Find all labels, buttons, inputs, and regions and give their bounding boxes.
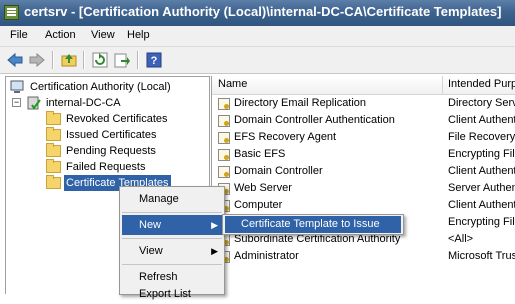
menu-help[interactable]: Help	[127, 29, 150, 41]
row-purpose: Client Authent	[448, 199, 515, 211]
main-content: Certification Authority (Local) − intern…	[0, 74, 515, 294]
collapse-icon[interactable]: −	[12, 98, 21, 107]
submenu-arrow-icon: ▶	[211, 220, 218, 230]
context-item-manage[interactable]: Manage	[122, 189, 222, 209]
context-item-new[interactable]: New ▶	[122, 215, 222, 235]
column-header-name[interactable]: Name	[218, 78, 247, 90]
row-purpose: Server Authen	[448, 182, 515, 194]
export-icon[interactable]	[113, 51, 131, 69]
menu-bar: File Action View Help	[0, 26, 515, 47]
row-name: Computer	[234, 199, 283, 211]
table-row[interactable]: Domain Controller Authentication Client A…	[212, 112, 515, 129]
row-purpose: <All>	[448, 233, 474, 245]
certificate-template-icon	[218, 115, 230, 127]
certificate-template-icon	[218, 132, 230, 144]
tree-folder-label: Pending Requests	[66, 145, 156, 157]
table-row[interactable]: EFS Recovery Agent File Recovery	[212, 129, 515, 146]
svg-text:?: ?	[151, 55, 158, 67]
computer-icon	[10, 80, 24, 93]
refresh-icon[interactable]	[91, 51, 109, 69]
row-purpose: Client Authent	[448, 165, 515, 177]
row-name: Web Server	[234, 182, 292, 194]
list-header: Name Intended Purp	[212, 76, 515, 95]
column-header-purpose[interactable]: Intended Purp	[448, 78, 515, 90]
certificate-template-icon	[218, 166, 230, 178]
folder-icon	[46, 111, 61, 125]
row-purpose: Encrypting File	[448, 148, 515, 160]
window-title: certsrv - [Certification Authority (Loca…	[24, 4, 502, 19]
row-purpose: Microsoft Trus	[448, 250, 515, 262]
row-purpose: Client Authent	[448, 114, 515, 126]
context-item-label: View	[139, 245, 163, 257]
tree-folder-label: Issued Certificates	[66, 129, 157, 141]
certsrv-app-icon	[4, 5, 19, 20]
row-name: Directory Email Replication	[234, 97, 367, 109]
template-list: Name Intended Purp Directory Email Repli…	[211, 76, 515, 293]
toolbar: ?	[0, 47, 515, 74]
folder-icon	[46, 143, 61, 157]
tree-root-label: Certification Authority (Local)	[30, 81, 171, 93]
tree-folder-label: Failed Requests	[66, 161, 146, 173]
row-purpose: Encrypting File	[448, 216, 515, 228]
row-name: Domain Controller	[234, 165, 323, 177]
folder-icon	[46, 175, 61, 189]
forward-icon[interactable]	[28, 51, 46, 69]
context-item-export-list[interactable]: Export List	[122, 284, 222, 304]
context-item-label: Manage	[139, 193, 179, 205]
row-name: Administrator	[234, 250, 299, 262]
menu-view[interactable]: View	[91, 29, 115, 41]
new-submenu: Certificate Template to Issue	[222, 214, 404, 235]
up-folder-icon[interactable]	[60, 51, 78, 69]
table-row[interactable]: Directory Email Replication Directory Ser…	[212, 95, 515, 112]
certificate-template-icon	[218, 98, 230, 110]
row-name: Basic EFS	[234, 148, 286, 160]
row-name: EFS Recovery Agent	[234, 131, 337, 143]
context-item-label: Export List	[139, 288, 191, 300]
table-row[interactable]: Basic EFS Encrypting File	[212, 146, 515, 163]
table-row[interactable]: Administrator Microsoft Trus	[212, 248, 515, 265]
tree-ca-label: internal-DC-CA	[46, 97, 121, 109]
folder-icon	[46, 159, 61, 173]
submenu-item-label: Certificate Template to Issue	[241, 218, 380, 230]
back-icon[interactable]	[6, 51, 24, 69]
menu-file[interactable]: File	[10, 29, 28, 41]
help-icon[interactable]: ?	[145, 51, 163, 69]
folder-icon	[46, 127, 61, 141]
submenu-item-template-to-issue[interactable]: Certificate Template to Issue	[225, 216, 401, 233]
table-row[interactable]: Web Server Server Authen	[212, 180, 515, 197]
title-bar: certsrv - [Certification Authority (Loca…	[0, 0, 515, 26]
row-name: Domain Controller Authentication	[234, 114, 395, 126]
context-menu: Manage New ▶ View ▶ Refresh Export List	[119, 186, 225, 300]
row-purpose: Directory Serv	[448, 97, 515, 109]
table-row[interactable]: Computer Client Authent	[212, 197, 515, 214]
context-item-label: New	[139, 219, 162, 231]
ca-server-icon	[27, 96, 41, 110]
submenu-arrow-icon: ▶	[211, 246, 218, 256]
tree-folder-label: Revoked Certificates	[66, 113, 168, 125]
table-row[interactable]: Domain Controller Client Authent	[212, 163, 515, 180]
row-purpose: File Recovery	[448, 131, 515, 143]
context-item-view[interactable]: View ▶	[122, 241, 222, 261]
certificate-template-icon	[218, 149, 230, 161]
menu-action[interactable]: Action	[45, 29, 76, 41]
